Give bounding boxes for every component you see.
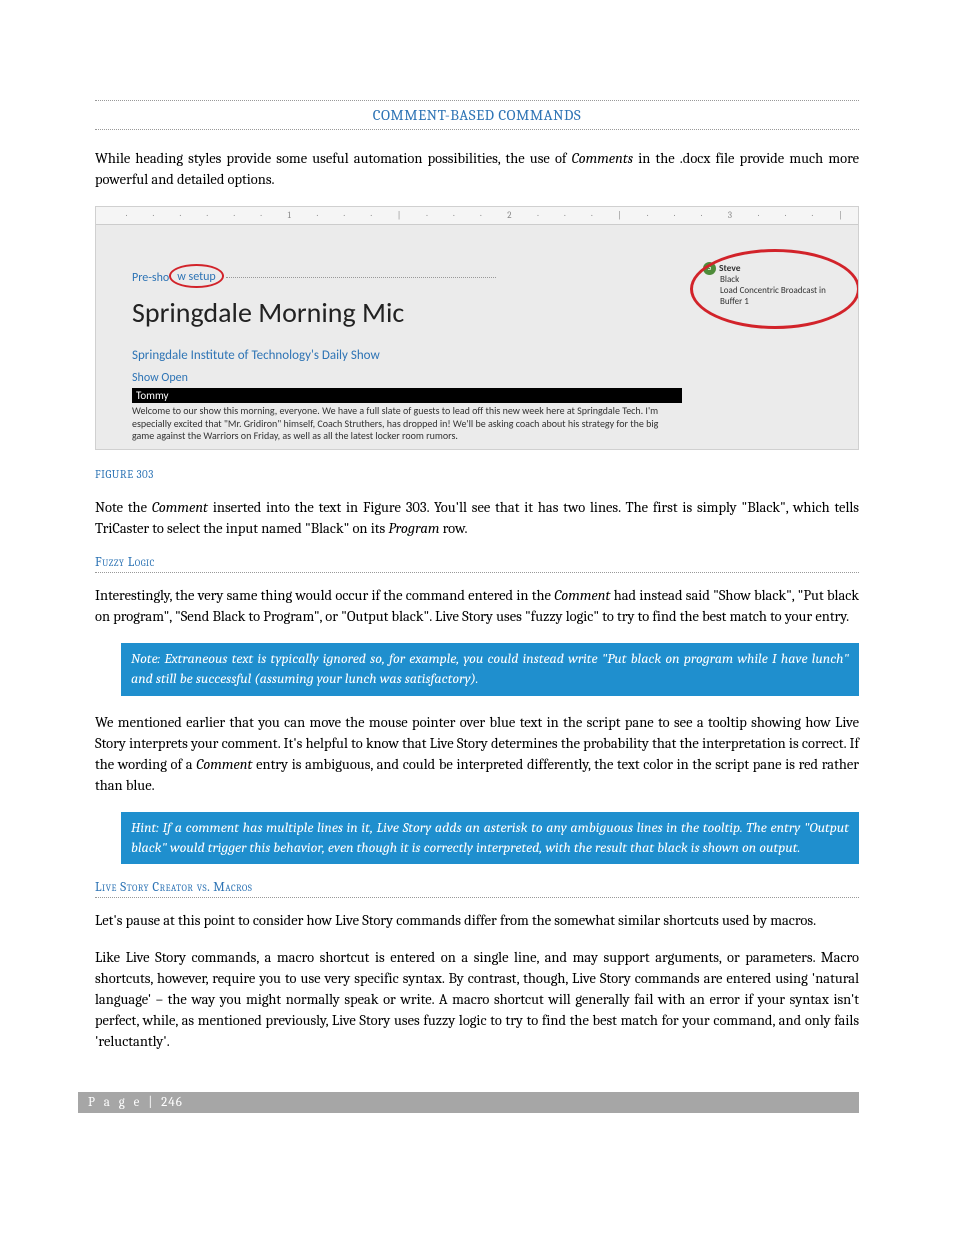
preshow-text: Pre-sho	[132, 271, 169, 285]
section-heading: COMMENT-BASED COMMANDS	[95, 100, 859, 130]
text-italic: Comment	[152, 499, 208, 516]
paragraph: We mentioned earlier that you can move t…	[95, 712, 859, 796]
hint-box: Hint: If a comment has multiple lines in…	[121, 812, 859, 865]
text-italic: Comments	[572, 150, 633, 167]
page-footer: P a g e | 246	[78, 1092, 859, 1113]
text-italic: Program	[388, 520, 439, 537]
paragraph: Let's pause at this point to consider ho…	[95, 910, 859, 931]
show-open: Show Open	[132, 371, 858, 385]
text-italic: Comment	[196, 756, 252, 773]
paragraph: Note the Comment inserted into the text …	[95, 497, 859, 539]
footer-sep: |	[142, 1095, 161, 1110]
show-subtitle: Springdale Institute of Technology's Dai…	[132, 348, 858, 363]
figure-label: FIGURE 303	[95, 468, 859, 481]
intro-paragraph: While heading styles provide some useful…	[95, 148, 859, 190]
text-italic: Comment	[554, 587, 610, 604]
welcome-text: Welcome to our show this morning, everyo…	[132, 405, 682, 443]
text: While heading styles provide some useful…	[95, 150, 572, 167]
macros-heading: Live Story Creator vs. Macros	[95, 880, 859, 898]
setup-circle: w setup	[169, 264, 224, 288]
page-number: 246	[161, 1095, 183, 1110]
tommy-bar: Tommy	[132, 388, 682, 403]
red-ellipse-annotation	[690, 249, 859, 329]
text: Note the	[95, 499, 152, 516]
ruler: · · · · · · 1 · · · | · · · 2 · · · | · …	[96, 207, 858, 225]
dotted-leader	[226, 277, 496, 278]
fuzzy-logic-heading: Fuzzy Logic	[95, 555, 859, 573]
paragraph: Interestingly, the very same thing would…	[95, 585, 859, 627]
paragraph: Like Live Story commands, a macro shortc…	[95, 947, 859, 1052]
text: inserted into the text in Figure 303. Yo…	[95, 499, 859, 537]
footer-label: P a g e	[88, 1095, 142, 1110]
text: Interestingly, the very same thing would…	[95, 587, 554, 604]
setup-text: w setup	[177, 270, 216, 284]
note-box: Note: Extraneous text is typically ignor…	[121, 643, 859, 696]
text: row.	[439, 520, 467, 537]
figure-303-image: · · · · · · 1 · · · | · · · 2 · · · | · …	[95, 206, 859, 450]
